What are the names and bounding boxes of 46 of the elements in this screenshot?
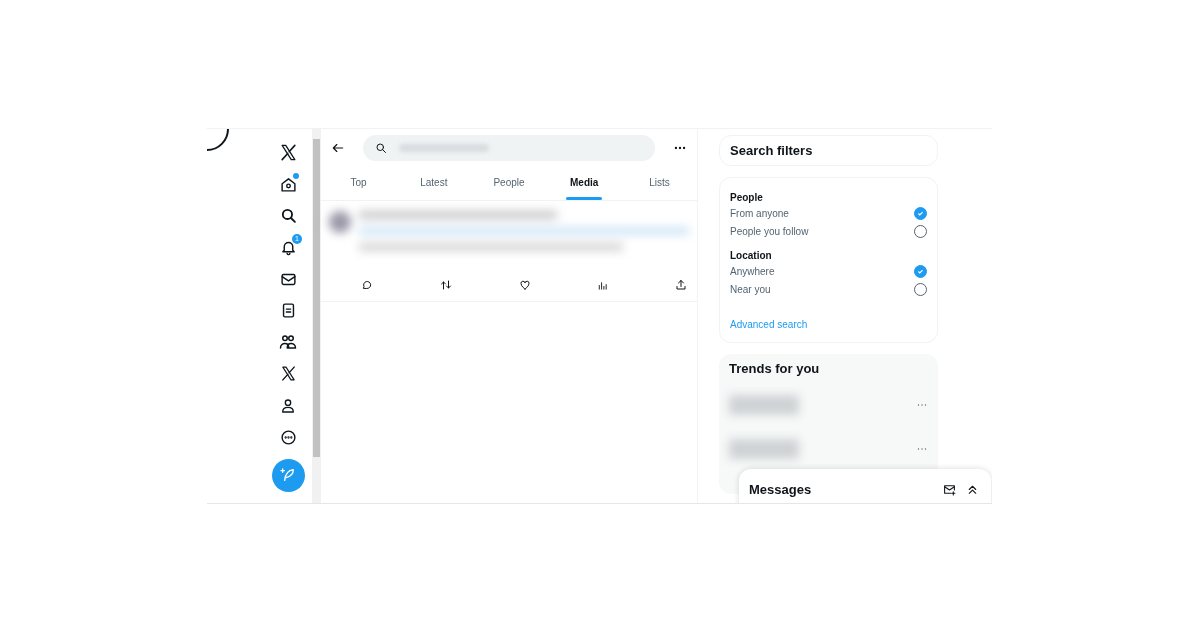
repost-button[interactable] [439, 279, 452, 291]
tab[interactable]: Media [546, 164, 622, 200]
checkmark-icon [917, 267, 924, 275]
home-icon [279, 175, 297, 193]
envelope-plus-icon [943, 482, 956, 496]
trends-title: Trends for you [729, 361, 821, 376]
repost-icon [439, 279, 452, 291]
tab[interactable]: Latest [396, 164, 472, 200]
search-filters-title: Search filters [730, 143, 813, 158]
radio-button[interactable] [914, 206, 927, 220]
views-button[interactable] [597, 279, 609, 291]
tab[interactable]: People [471, 164, 547, 200]
x-logo-icon [279, 365, 297, 383]
messages-title: Messages [749, 481, 813, 497]
like-button[interactable] [518, 279, 531, 291]
feather-icon [280, 467, 296, 484]
speech-bubble-icon [361, 279, 373, 291]
heart-icon [518, 279, 531, 291]
tab[interactable]: Top [321, 164, 397, 200]
radio-button[interactable] [914, 264, 927, 278]
more-circle-icon [279, 428, 297, 446]
reply-button[interactable] [361, 279, 373, 291]
filter-option[interactable]: From anyone [730, 204, 927, 222]
tab[interactable]: Lists [621, 164, 697, 200]
checkmark-icon [917, 209, 924, 217]
share-button[interactable] [675, 279, 687, 291]
x-logo-icon [278, 143, 298, 163]
filter-option[interactable]: Near you [730, 280, 927, 298]
search-icon [279, 207, 297, 225]
blurred-trend [729, 439, 799, 459]
people-icon [279, 333, 297, 352]
scrollbar[interactable] [312, 129, 321, 503]
search-field[interactable] [363, 134, 655, 161]
search-icon [375, 141, 387, 154]
section-heading: People [730, 191, 764, 204]
filter-option[interactable]: People you follow [730, 222, 927, 240]
compose-button[interactable] [271, 458, 305, 492]
section-heading: Location [730, 249, 773, 262]
new-message-button[interactable] [943, 482, 956, 496]
filter-option[interactable]: Anywhere [730, 262, 927, 280]
blurred-trend [729, 395, 799, 415]
bar-chart-icon [597, 279, 609, 291]
bell-icon [279, 239, 297, 257]
person-icon [280, 397, 296, 414]
share-icon [675, 279, 687, 291]
notification-dot [293, 172, 299, 179]
